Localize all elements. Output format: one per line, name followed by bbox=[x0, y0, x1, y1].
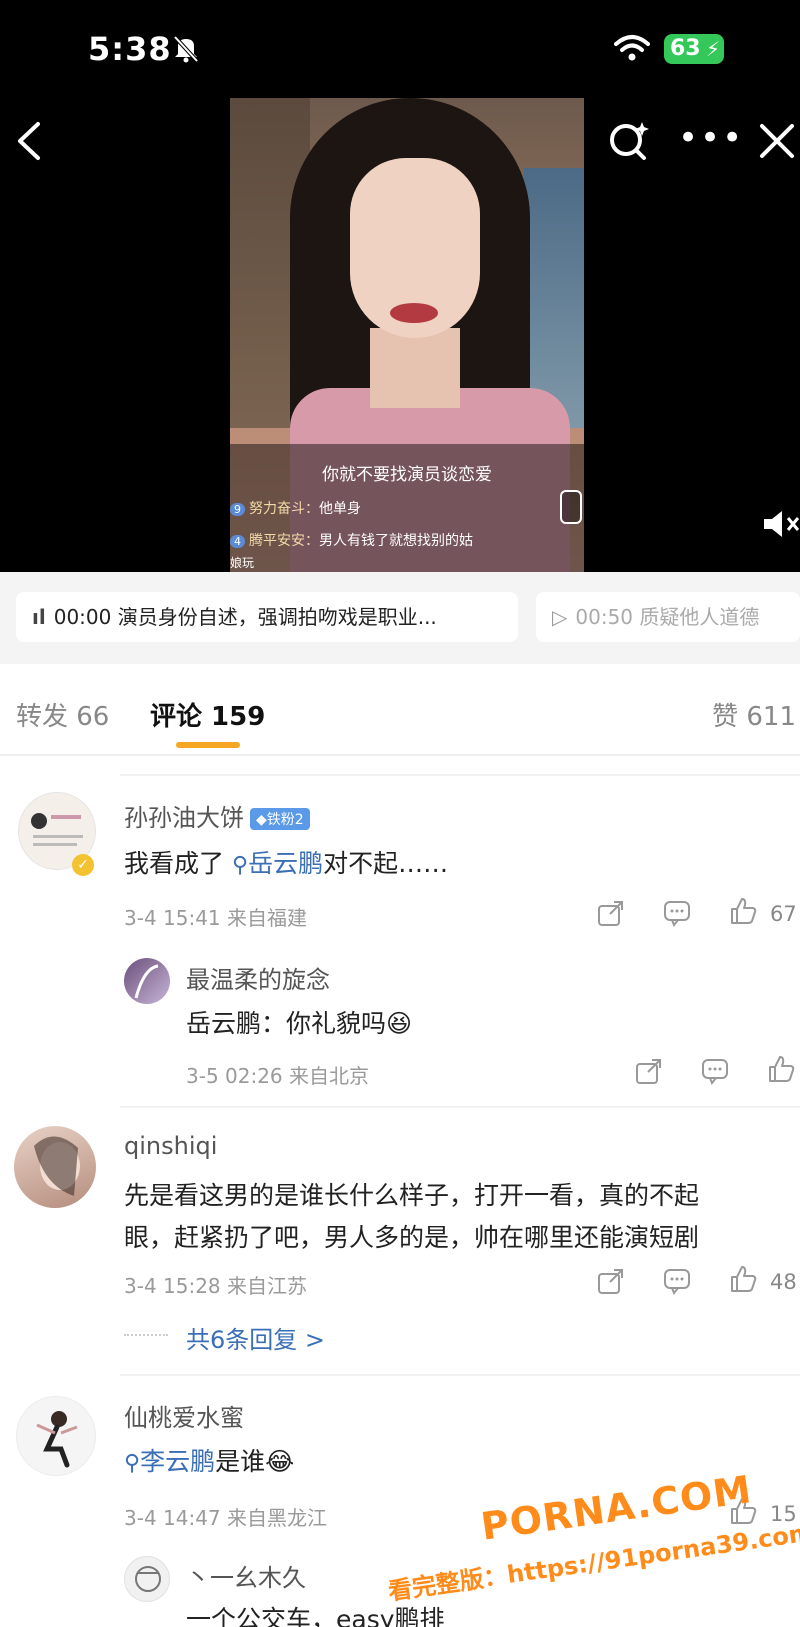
danmaku-user: 努力奋斗： bbox=[249, 501, 319, 517]
laugh-cry-emoji-icon: 😂 bbox=[265, 1447, 295, 1476]
search-icon: ⚲ bbox=[124, 1451, 141, 1476]
comment-username[interactable]: 孙孙油大饼 ◆铁粉2 bbox=[124, 798, 310, 833]
topic-link[interactable]: ⚲李云鹏 bbox=[124, 1447, 215, 1476]
comment-text-part: 是谁 bbox=[215, 1447, 266, 1476]
divider bbox=[120, 774, 800, 776]
username-text: 孙孙油大饼 bbox=[124, 804, 244, 832]
share-icon[interactable] bbox=[596, 1266, 626, 1296]
tab-likes[interactable]: 赞 611 bbox=[712, 696, 796, 733]
tab-comments[interactable]: 评论 159 bbox=[150, 696, 265, 733]
danmaku-text: 男人有钱了就想找别的姑 bbox=[319, 533, 473, 549]
share-icon[interactable] bbox=[634, 1056, 664, 1086]
reply-text-part: 岳云鹏：你礼貌吗 bbox=[186, 1009, 387, 1038]
more-options-icon[interactable]: ••• bbox=[678, 118, 742, 164]
reply-username[interactable]: 丶一幺木久 bbox=[186, 1558, 306, 1593]
avatar-image bbox=[134, 964, 159, 999]
danmaku-line: 娘玩 bbox=[230, 554, 254, 571]
wifi-icon bbox=[614, 35, 650, 61]
search-ai-icon[interactable] bbox=[606, 118, 652, 164]
back-arrow-icon[interactable] bbox=[10, 116, 50, 166]
battery-level: 63 bbox=[670, 36, 701, 61]
reply-meta: 3-5 02:26 来自北京 bbox=[186, 1064, 370, 1088]
danmaku-line: 9 努力奋斗：他单身 bbox=[230, 498, 361, 518]
danmaku-level: 4 bbox=[230, 535, 245, 548]
comment-text-part: 对不起…… bbox=[323, 849, 449, 878]
avatar-image bbox=[34, 1136, 80, 1196]
chapter-strip: ıl 00:00 演员身份自述，强调拍吻戏是职业... ▷ 00:50 质疑他人道德 bbox=[0, 572, 800, 664]
comment-text: ⚲李云鹏是谁😂 bbox=[124, 1442, 294, 1478]
chapter-chip[interactable]: ıl 00:00 演员身份自述，强调拍吻戏是职业... bbox=[16, 592, 518, 642]
laugh-emoji-icon: 😆 bbox=[386, 1009, 413, 1038]
comment-tabs: 转发 66 评论 159 赞 611 bbox=[0, 664, 800, 756]
avatar[interactable] bbox=[14, 1126, 96, 1208]
battery-indicator: 63 ⚡ bbox=[664, 34, 724, 64]
share-icon[interactable] bbox=[596, 898, 626, 928]
avatar[interactable] bbox=[124, 1556, 170, 1602]
active-tab-indicator bbox=[176, 742, 240, 748]
danmaku-user: 腾平安安： bbox=[249, 533, 319, 549]
avatar[interactable] bbox=[16, 1396, 96, 1476]
comment-text: 先是看这男的是谁长什么样子，打开一看，真的不起 bbox=[124, 1181, 700, 1210]
divider bbox=[120, 1374, 800, 1376]
reply-username[interactable]: 最温柔的旋念 bbox=[186, 960, 330, 995]
video-subtitle: 你就不要找演员谈恋爱 bbox=[322, 465, 492, 485]
reply-text: 岳云鹏：你礼貌吗😆 bbox=[186, 1004, 412, 1040]
danmaku-level: 9 bbox=[230, 503, 245, 516]
comment-text-part: 我看成了 bbox=[124, 849, 232, 878]
like-thumb-icon[interactable] bbox=[728, 1264, 758, 1294]
avatar[interactable] bbox=[124, 958, 170, 1004]
video-player[interactable]: 5:38 63 ⚡ 你就不要找演员谈恋爱 9 努力奋斗：他单身 4 腾平安安：男人有… bbox=[0, 0, 800, 572]
like-thumb-icon[interactable] bbox=[728, 896, 758, 926]
danmaku-line: 4 腾平安安：男人有钱了就想找别的姑 bbox=[230, 530, 473, 550]
chapter-time: 00:00 bbox=[53, 605, 112, 629]
topic-text: 李云鹏 bbox=[140, 1447, 216, 1476]
danmaku-text: 娘玩 bbox=[230, 556, 255, 570]
tab-reposts[interactable]: 转发 66 bbox=[16, 696, 109, 733]
comment-username[interactable]: 仙桃爱水蜜 bbox=[124, 1398, 244, 1433]
like-count: 48 bbox=[770, 1270, 797, 1294]
like-thumb-icon[interactable] bbox=[766, 1054, 796, 1084]
danmaku-text: 他单身 bbox=[319, 501, 361, 517]
avatar-image bbox=[36, 1411, 78, 1468]
close-icon[interactable] bbox=[756, 120, 798, 162]
comment-bubble-icon[interactable] bbox=[662, 1266, 692, 1296]
comment-meta: 3-4 15:28 来自江苏 bbox=[124, 1274, 308, 1298]
comment-bubble-icon[interactable] bbox=[662, 898, 692, 928]
charging-bolt-icon: ⚡ bbox=[705, 37, 720, 61]
play-icon: ▷ bbox=[552, 605, 568, 629]
status-time: 5:38 bbox=[88, 30, 172, 68]
rotate-screen-icon[interactable] bbox=[560, 490, 582, 524]
chapter-time: 00:50 bbox=[575, 605, 634, 629]
comment-text: 眼，赶紧扔了吧，男人多的是，帅在哪里还能演短剧 bbox=[124, 1223, 700, 1252]
fan-badge: ◆铁粉2 bbox=[250, 808, 310, 830]
waveform-icon: ıl bbox=[32, 605, 46, 629]
replies-dots bbox=[124, 1334, 168, 1336]
like-count: 67 bbox=[770, 902, 797, 926]
topic-link[interactable]: ⚲岳云鹏 bbox=[232, 849, 323, 878]
comment-bubble-icon[interactable] bbox=[700, 1056, 730, 1086]
video-person-lips bbox=[390, 303, 438, 323]
avatar-image bbox=[135, 1566, 161, 1592]
video-person-neck bbox=[370, 328, 460, 408]
topic-text: 岳云鹏 bbox=[248, 849, 324, 878]
chapter-title: 演员身份自述，强调拍吻戏是职业... bbox=[117, 605, 437, 629]
comment-meta: 3-4 15:41 来自福建 bbox=[124, 906, 308, 930]
comment-username[interactable]: qinshiqi bbox=[124, 1132, 217, 1160]
divider bbox=[120, 1106, 800, 1108]
volume-muted-icon[interactable] bbox=[762, 508, 800, 540]
comment-meta: 3-4 14:47 来自黑龙江 bbox=[124, 1506, 328, 1530]
comment-text: 我看成了 ⚲岳云鹏对不起…… bbox=[124, 844, 448, 880]
search-icon: ⚲ bbox=[231, 853, 249, 878]
mute-bell-icon bbox=[173, 35, 199, 63]
verified-icon: ✓ bbox=[72, 854, 94, 876]
chapter-chip[interactable]: ▷ 00:50 质疑他人道德 bbox=[536, 592, 800, 642]
view-replies-link[interactable]: 共6条回复 > bbox=[186, 1320, 325, 1355]
chapter-title: 质疑他人道德 bbox=[639, 605, 760, 629]
